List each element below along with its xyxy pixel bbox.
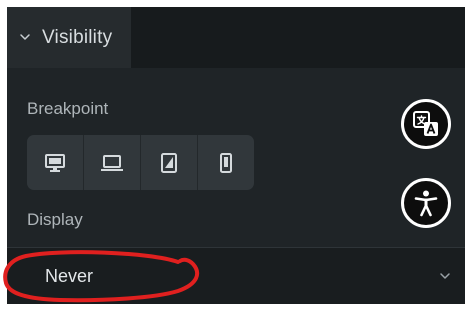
display-label: Display: [27, 210, 83, 229]
chevron-down-icon: [440, 273, 450, 279]
breakpoint-button-group: [27, 135, 254, 190]
tab-visibility[interactable]: Visibility: [7, 7, 131, 68]
accessibility-icon: [414, 190, 438, 217]
breakpoint-label: Breakpoint: [27, 99, 109, 118]
settings-panel: Visibility Breakpoint Display Never: [7, 7, 465, 304]
breakpoint-desktop-button[interactable]: [27, 135, 83, 190]
breakpoint-laptop-button[interactable]: [84, 135, 140, 190]
tab-strip: Visibility: [7, 7, 465, 68]
translate-icon: [413, 111, 438, 136]
translate-button[interactable]: [401, 99, 451, 149]
tablet-icon: [161, 152, 177, 173]
display-select[interactable]: Never: [7, 247, 465, 304]
breakpoint-mobile-button[interactable]: [198, 135, 254, 190]
accessibility-button[interactable]: [401, 178, 451, 228]
chevron-down-icon: [20, 34, 30, 40]
display-select-value: Never: [45, 266, 94, 286]
breakpoint-tablet-button[interactable]: [141, 135, 197, 190]
screenshot-frame: Visibility Breakpoint Display Never: [0, 0, 465, 311]
tab-label: Visibility: [42, 27, 113, 48]
laptop-icon: [101, 154, 123, 171]
mobile-icon: [220, 152, 232, 173]
desktop-icon: [45, 153, 65, 172]
